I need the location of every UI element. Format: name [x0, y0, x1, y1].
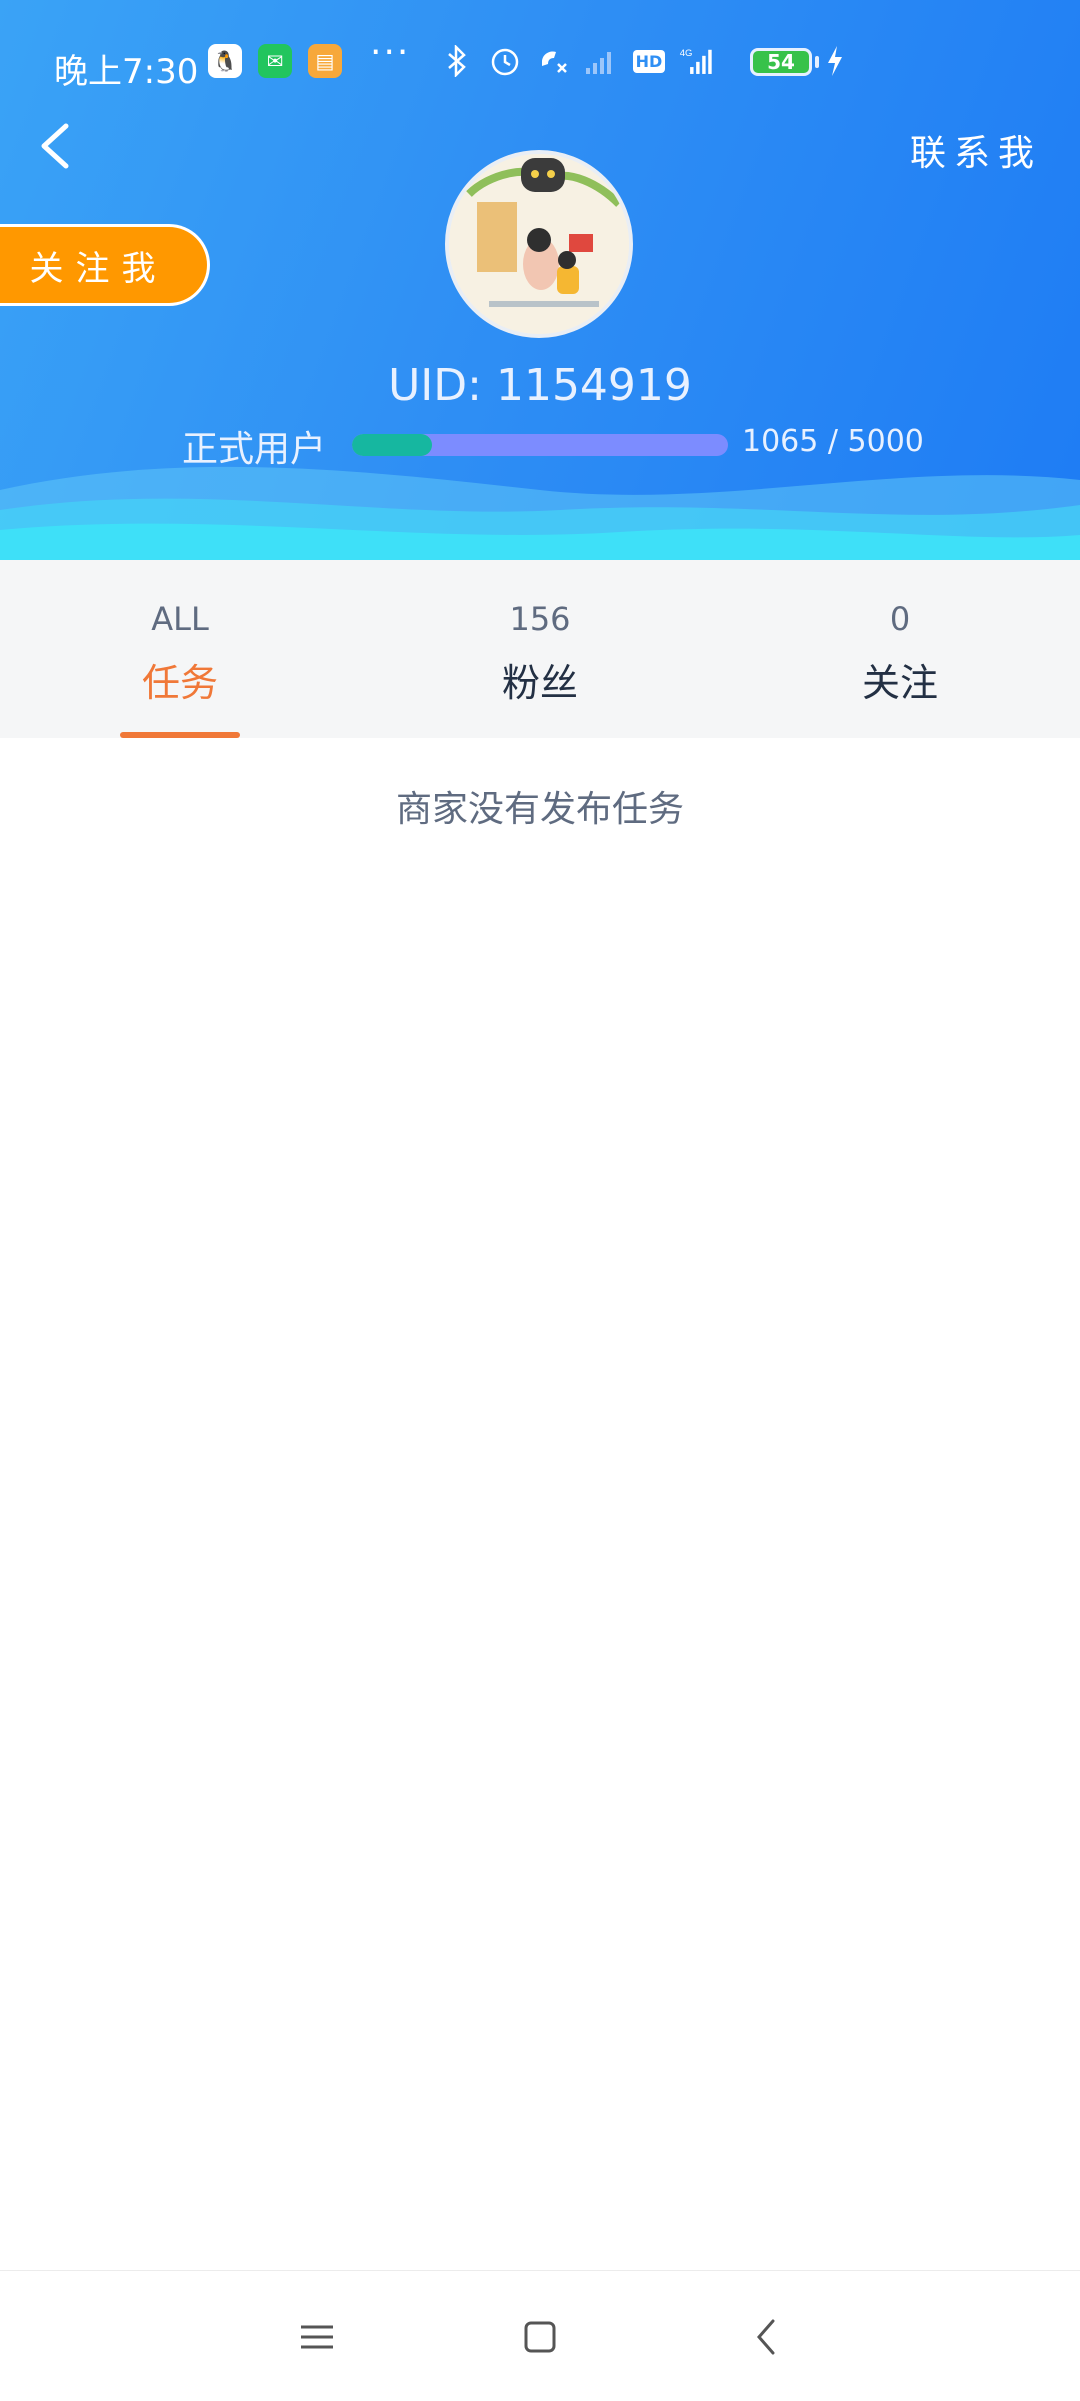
profile-tabs: ALL 任务 156 粉丝 0 关注	[0, 560, 1080, 738]
system-back-button[interactable]	[737, 2307, 797, 2367]
wechat-icon: ✉	[258, 44, 292, 78]
level-progress-bar	[352, 434, 728, 456]
battery-tip	[815, 56, 819, 68]
user-uid: UID: 1154919	[388, 360, 692, 411]
menu-icon	[301, 2325, 333, 2349]
home-button[interactable]	[510, 2307, 570, 2367]
tab-tasks[interactable]: ALL 任务	[0, 560, 360, 738]
level-progress-fill	[352, 434, 433, 456]
tab-label: 任务	[141, 661, 218, 705]
back-triangle-icon	[757, 2319, 775, 2355]
more-notifications-icon: ···	[370, 32, 411, 73]
tab-count: 156	[509, 600, 571, 638]
user-type-label: 正式用户	[182, 429, 327, 470]
empty-state-message: 商家没有发布任务	[395, 789, 684, 830]
battery-icon: 54	[750, 48, 812, 76]
wave-decoration	[0, 466, 1080, 560]
active-tab-indicator	[120, 732, 240, 738]
svg-text:4G: 4G	[680, 48, 693, 59]
signal-weak-icon	[582, 42, 620, 80]
avatar-illustration	[449, 154, 629, 334]
hd-icon: HD	[630, 42, 668, 80]
qq-icon: 🐧	[208, 44, 242, 78]
status-bar: 晚上7:30 🐧 ✉ ▤ ··· HD 4G 54	[0, 0, 1080, 130]
contact-me-button[interactable]: 联系我	[910, 124, 1042, 176]
status-time: 晚上7:30	[54, 52, 199, 92]
tab-count: 0	[889, 600, 911, 638]
alarm-icon	[486, 42, 524, 80]
signal-4g-icon: 4G	[678, 42, 716, 80]
home-square-icon	[524, 2321, 556, 2353]
back-button[interactable]	[28, 116, 88, 176]
bluetooth-icon	[438, 42, 476, 80]
tab-label: 关注	[861, 661, 938, 705]
avatar[interactable]	[445, 150, 633, 338]
menu-button[interactable]	[287, 2307, 347, 2367]
tab-fans[interactable]: 156 粉丝	[360, 560, 720, 738]
tab-label: 粉丝	[501, 661, 578, 705]
system-navigation-bar	[0, 2270, 1080, 2401]
message-icon: ▤	[308, 44, 342, 78]
charging-icon	[824, 44, 846, 87]
call-muted-icon	[534, 42, 572, 80]
chevron-left-icon	[41, 123, 69, 169]
tab-count: ALL	[151, 600, 209, 638]
follow-me-button[interactable]: 关注我	[0, 224, 210, 306]
system-icons: HD 4G	[438, 42, 716, 80]
level-progress-text: 1065 / 5000	[742, 424, 924, 459]
tab-following[interactable]: 0 关注	[720, 560, 1080, 738]
